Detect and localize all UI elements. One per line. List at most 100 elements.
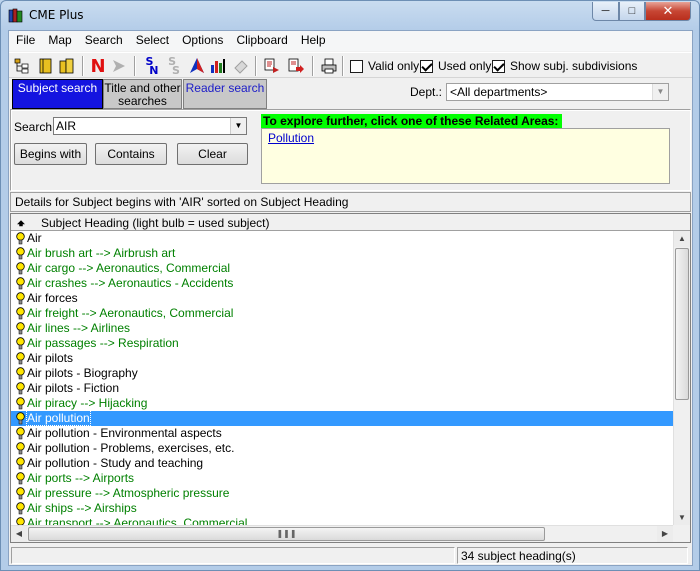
table-row[interactable]: Air lines --> Airlines [11, 321, 674, 336]
light-bulb-icon [16, 307, 25, 320]
menu-options[interactable]: Options [175, 31, 229, 51]
row-text: Air lines --> Airlines [27, 321, 131, 335]
scroll-up-icon[interactable]: ▲ [674, 231, 690, 247]
show-subdivisions-checkbox[interactable]: Show subj. subdivisions [492, 59, 637, 73]
arrow-right-icon[interactable] [109, 56, 129, 76]
show-subdivisions-box[interactable] [492, 59, 505, 73]
maximize-icon: □ [628, 5, 636, 17]
table-row[interactable]: Air crashes --> Aeronautics - Accidents [11, 276, 674, 291]
toolbar-separator [255, 56, 257, 76]
title-bar[interactable]: CME Plus ─ □ ✕ [1, 1, 699, 29]
row-text: Air passages --> Respiration [27, 336, 179, 350]
begins-with-button[interactable]: Begins with [14, 143, 87, 165]
chart-icon[interactable] [208, 56, 228, 76]
eraser-icon[interactable] [231, 56, 251, 76]
light-bulb-icon [16, 472, 25, 485]
used-only-label: Used only [438, 59, 492, 73]
tab-subject-search[interactable]: Subject search [12, 79, 103, 109]
used-only-checkbox[interactable]: Used only [420, 59, 491, 73]
table-row[interactable]: Air passages --> Respiration [11, 336, 674, 351]
related-link-pollution[interactable]: Pollution [268, 131, 314, 145]
table-row[interactable]: Air pollution [11, 410, 674, 426]
triangle-icon[interactable] [187, 56, 207, 76]
chevron-down-icon[interactable]: ▼ [652, 84, 668, 100]
toolbar-separator [342, 56, 344, 76]
show-subdivisions-label: Show subj. subdivisions [510, 59, 638, 73]
table-row[interactable]: Air cargo --> Aeronautics, Commercial [11, 261, 674, 276]
search-value: AIR [56, 119, 77, 133]
export-icon[interactable] [286, 56, 306, 76]
row-text: Air piracy --> Hijacking [27, 396, 148, 410]
tab-reader-search[interactable]: Reader search [183, 79, 267, 109]
subject-grid: 🠹 Subject Heading (light bulb = used sub… [10, 213, 691, 543]
minimize-button[interactable]: ─ [592, 2, 619, 21]
grid-header[interactable]: 🠹 Subject Heading (light bulb = used sub… [11, 214, 690, 231]
n-icon[interactable]: N [88, 56, 108, 77]
table-row[interactable]: Air piracy --> Hijacking [11, 396, 674, 411]
search-input[interactable]: AIR ▼ [53, 117, 247, 135]
table-row[interactable]: Air pollution - Environmental aspects [11, 426, 674, 441]
horizontal-scrollbar[interactable]: ◀ ❚❚❚ ▶ [11, 525, 673, 542]
sn-icon[interactable]: S N [142, 56, 162, 76]
table-row[interactable]: Air pilots [11, 351, 674, 366]
used-only-box[interactable] [420, 59, 433, 73]
table-row[interactable]: Air brush art --> Airbrush art [11, 246, 674, 261]
book-icon[interactable] [36, 56, 56, 76]
light-bulb-icon [16, 457, 25, 470]
table-row[interactable]: Air freight --> Aeronautics, Commercial [11, 306, 674, 321]
table-row[interactable]: Air pilots - Biography [11, 366, 674, 381]
light-bulb-icon [16, 487, 25, 500]
chevron-down-icon[interactable]: ▼ [230, 118, 246, 134]
row-text: Air pollution - Study and teaching [27, 456, 204, 470]
copy-icon[interactable] [262, 56, 282, 76]
light-bulb-icon [16, 337, 25, 350]
app-window: CME Plus ─ □ ✕ File Map Search Select Op… [0, 0, 700, 571]
menu-help[interactable]: Help [294, 31, 332, 51]
grid-rows: Air Air brush art --> Airbrush art Air car… [11, 231, 674, 526]
menu-search[interactable]: Search [78, 31, 129, 51]
tab-title-searches[interactable]: Title and other searches [103, 79, 182, 109]
scroll-left-icon[interactable]: ◀ [11, 526, 27, 542]
menu-bar: File Map Search Select Options Clipboard… [9, 31, 692, 51]
valid-only-box[interactable] [350, 59, 363, 73]
vertical-scrollbar[interactable]: ▲ ▼ [673, 231, 690, 526]
row-text: Air freight --> Aeronautics, Commercial [27, 306, 234, 320]
ss-icon[interactable]: S S [164, 56, 184, 76]
row-text: Air pilots - Biography [27, 366, 138, 380]
maximize-button[interactable]: □ [619, 2, 645, 21]
clear-button[interactable]: Clear [177, 143, 248, 165]
table-row[interactable]: Air [11, 231, 674, 246]
table-row[interactable]: Air pollution - Problems, exercises, etc… [11, 441, 674, 456]
menu-map[interactable]: Map [41, 31, 77, 51]
menu-clipboard[interactable]: Clipboard [229, 31, 293, 51]
valid-only-checkbox[interactable]: Valid only [350, 59, 419, 73]
menu-file[interactable]: File [9, 31, 41, 51]
table-row[interactable]: Air pollution - Study and teaching [11, 456, 674, 471]
table-row[interactable]: Air pressure --> Atmospheric pressure [11, 486, 674, 501]
tree-view-icon[interactable] [12, 56, 32, 76]
close-button[interactable]: ✕ [645, 2, 691, 21]
print-icon[interactable] [319, 56, 339, 76]
table-row[interactable]: Air ports --> Airports [11, 471, 674, 486]
contains-button[interactable]: Contains [95, 143, 167, 165]
row-text: Air pilots - Fiction [27, 381, 120, 395]
horizontal-scroll-thumb[interactable]: ❚❚❚ [28, 527, 545, 541]
light-bulb-icon [16, 352, 25, 365]
row-text: Air cargo --> Aeronautics, Commercial [27, 261, 231, 275]
table-row[interactable]: Air forces [11, 291, 674, 306]
menu-select[interactable]: Select [129, 31, 175, 51]
vertical-scroll-thumb[interactable] [675, 248, 689, 400]
scroll-down-icon[interactable]: ▼ [674, 510, 690, 526]
window-title: CME Plus [29, 8, 84, 22]
toolbar-separator [134, 56, 136, 76]
light-bulb-icon [16, 397, 25, 410]
table-row[interactable]: Air pilots - Fiction [11, 381, 674, 396]
row-text: Air [27, 231, 42, 245]
scroll-right-icon[interactable]: ▶ [657, 526, 673, 542]
dept-select[interactable]: <All departments> ▼ [446, 83, 669, 101]
row-text: Air pollution [26, 410, 91, 426]
dept-label: Dept.: [410, 85, 443, 99]
table-row[interactable]: Air ships --> Airships [11, 501, 674, 516]
books-icon[interactable] [57, 56, 77, 76]
column-subject-heading[interactable]: Subject Heading (light bulb = used subje… [41, 216, 269, 230]
